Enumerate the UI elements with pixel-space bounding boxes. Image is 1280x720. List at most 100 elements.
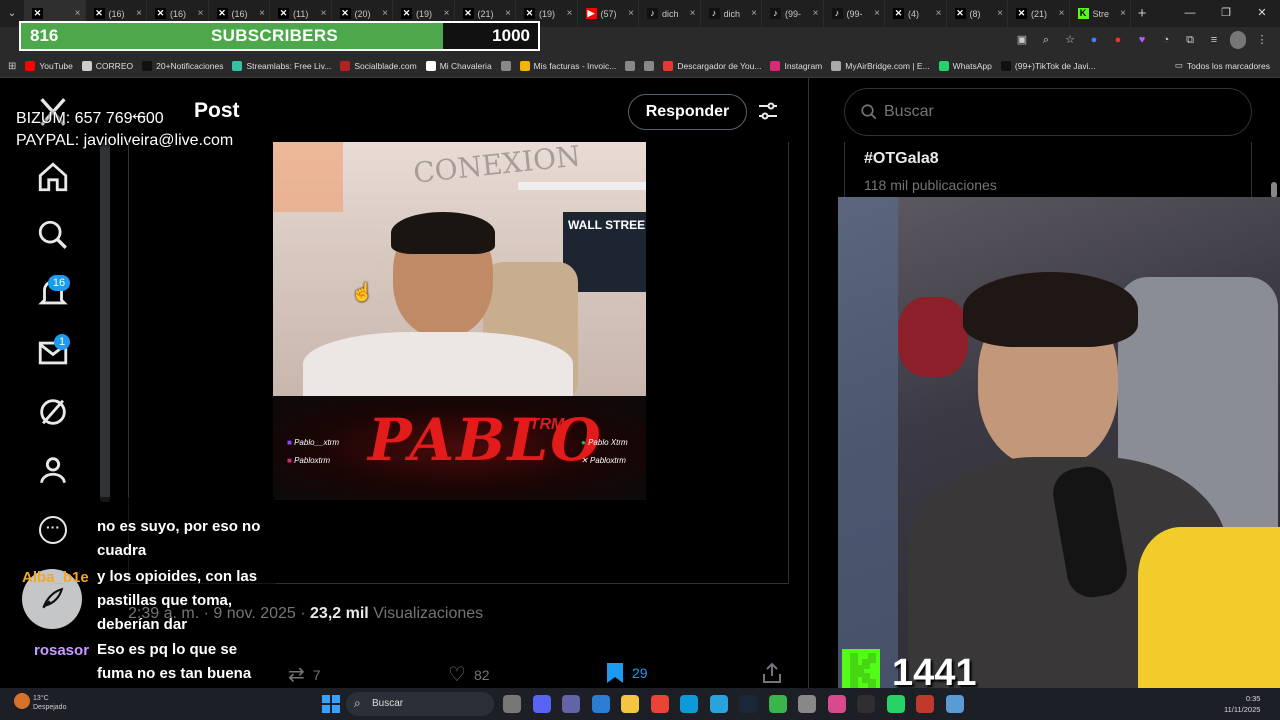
bookmark-item[interactable]: Socialblade.com — [340, 61, 417, 71]
settings-gear-icon[interactable] — [945, 695, 964, 713]
weather-widget[interactable]: 13°C Despejado — [33, 694, 66, 712]
back-arrow-icon[interactable]: ← — [128, 100, 150, 126]
obs-icon[interactable] — [857, 695, 875, 713]
home-icon[interactable] — [36, 160, 70, 194]
bookmark-item[interactable]: YouTube — [25, 61, 73, 71]
bookmark-item[interactable]: Descargador de You... — [663, 61, 761, 71]
close-tab-icon[interactable]: × — [198, 8, 204, 19]
menu-dots-icon[interactable]: ⋮ — [1254, 31, 1270, 49]
edge-icon[interactable] — [680, 695, 698, 713]
share-button[interactable] — [762, 662, 782, 684]
tab-label: Stre — [1092, 8, 1110, 19]
grok-icon[interactable] — [36, 395, 70, 429]
extensions-puzzle-icon[interactable]: ⧉ — [1182, 31, 1198, 49]
new-tab-button[interactable]: + — [1131, 0, 1153, 27]
bookmark-item[interactable]: WhatsApp — [938, 61, 992, 71]
post-video[interactable]: CONEXION WALL STREE ☝ — [273, 142, 646, 396]
mail-icon[interactable] — [591, 695, 610, 713]
close-tab-icon[interactable]: × — [936, 8, 942, 19]
teams-icon[interactable] — [562, 695, 580, 713]
whatsapp-icon[interactable] — [886, 695, 905, 713]
reply-button[interactable]: Responder — [628, 94, 747, 130]
minimize-icon[interactable]: — — [1172, 0, 1208, 27]
left-scrollbar[interactable] — [100, 142, 110, 502]
extension-icon[interactable]: ● — [1110, 31, 1126, 49]
filter-sliders-icon[interactable] — [756, 99, 780, 123]
bookmark-item[interactable]: CORREO — [81, 61, 133, 71]
trend-item[interactable]: #OTGala8 118 mil publicaciones — [844, 142, 1252, 198]
browser-tab[interactable]: ✕ (8) × — [947, 0, 1008, 27]
all-bookmarks-folder[interactable]: ▭ Todos los marcadores — [1175, 60, 1270, 71]
taskbar-search[interactable]: ⌕ Buscar — [346, 692, 494, 716]
browser-tab[interactable]: ▶ (57) × — [578, 0, 639, 27]
close-tab-icon[interactable]: × — [751, 8, 757, 19]
bookmark-label: Streamlabs: Free Liv... — [246, 61, 332, 71]
steam-icon[interactable] — [739, 695, 757, 713]
maximize-icon[interactable]: ❐ — [1208, 0, 1244, 27]
close-tab-icon[interactable]: × — [1120, 8, 1126, 19]
bookmark-item[interactable] — [625, 61, 636, 71]
camtasia-icon[interactable] — [768, 695, 787, 713]
bookmark-item[interactable]: 20+Notificaciones — [142, 61, 223, 71]
star-icon[interactable]: ☆ — [1062, 31, 1078, 49]
profile-avatar[interactable] — [1230, 31, 1246, 49]
close-tab-icon[interactable]: × — [567, 8, 573, 19]
windows-start-icon[interactable] — [322, 695, 340, 713]
bookmark-item[interactable] — [644, 61, 655, 71]
telegram-icon[interactable] — [709, 695, 728, 713]
retweet-button[interactable]: ⇄ 7 — [288, 662, 321, 687]
explore-search-icon[interactable] — [36, 218, 70, 252]
chrome-icon[interactable] — [650, 695, 669, 713]
bookmark-button[interactable]: 29 — [606, 662, 648, 684]
close-tab-icon[interactable]: × — [505, 8, 511, 19]
extension-icon[interactable]: ◔ — [1158, 31, 1174, 49]
search-input[interactable]: Buscar — [884, 103, 934, 121]
browser-tab[interactable]: ♪ (99- × — [762, 0, 824, 27]
close-tab-icon[interactable]: × — [136, 8, 142, 19]
reading-list-icon[interactable]: ≡ — [1206, 31, 1222, 49]
close-window-icon[interactable]: ✕ — [1244, 0, 1280, 27]
extension-icon[interactable]: ♥ — [1134, 31, 1150, 49]
browser-tab[interactable]: ♪ dich × — [701, 0, 762, 27]
close-tab-icon[interactable]: × — [997, 8, 1003, 19]
bookmark-item[interactable]: MyAirBridge.com | E... — [831, 61, 930, 71]
screen-share-icon[interactable]: ▣ — [1014, 31, 1030, 49]
close-tab-icon[interactable]: × — [813, 8, 819, 19]
close-tab-icon[interactable]: × — [690, 8, 696, 19]
bookmark-item[interactable]: Mis facturas - Invoic... — [519, 61, 616, 71]
system-clock[interactable]: 0:35 11/11/2025 — [1224, 693, 1260, 715]
settings-app-icon[interactable] — [798, 695, 816, 713]
streaming-app-icon[interactable] — [916, 695, 934, 713]
close-tab-icon[interactable]: × — [628, 8, 634, 19]
close-tab-icon[interactable]: × — [1059, 8, 1065, 19]
search-box[interactable]: Buscar — [844, 88, 1252, 136]
close-tab-icon[interactable]: × — [321, 8, 327, 19]
close-tab-icon[interactable]: × — [382, 8, 388, 19]
task-view-icon[interactable] — [503, 695, 521, 713]
close-tab-icon[interactable]: × — [874, 8, 880, 19]
bookmark-item[interactable]: Streamlabs: Free Liv... — [232, 61, 331, 71]
zoom-icon[interactable]: ⌕ — [1038, 31, 1054, 49]
discord-icon[interactable] — [532, 695, 551, 713]
photo-icon[interactable] — [827, 695, 846, 713]
file-explorer-icon[interactable] — [621, 695, 639, 713]
apps-grid-icon[interactable]: ⊞ — [8, 61, 16, 72]
bookmark-item[interactable] — [500, 61, 511, 71]
browser-tab[interactable]: ♪ (99- × — [824, 0, 885, 27]
close-tab-icon[interactable]: × — [75, 8, 81, 19]
bookmark-item[interactable]: Instagram — [770, 61, 822, 71]
more-options-icon[interactable]: ··· — [39, 516, 67, 544]
extension-icon[interactable]: ● — [1086, 31, 1102, 49]
like-button[interactable]: ♡ 82 — [448, 662, 490, 687]
profile-icon[interactable] — [36, 453, 70, 487]
right-scrollbar[interactable] — [1271, 182, 1277, 198]
browser-tab[interactable]: ♪ dich × — [639, 0, 701, 27]
close-tab-icon[interactable]: × — [259, 8, 265, 19]
weather-icon[interactable] — [14, 693, 30, 709]
browser-tab[interactable]: K Stre × — [1070, 0, 1131, 27]
browser-tab[interactable]: ✕ (4) × — [885, 0, 947, 27]
bookmark-item[interactable]: (99+)TikTok de Javi... — [1000, 61, 1096, 71]
bookmark-item[interactable]: Mi Chavaleria — [425, 61, 492, 71]
browser-tab[interactable]: ✕ (21) × — [1008, 0, 1070, 27]
close-tab-icon[interactable]: × — [444, 8, 450, 19]
